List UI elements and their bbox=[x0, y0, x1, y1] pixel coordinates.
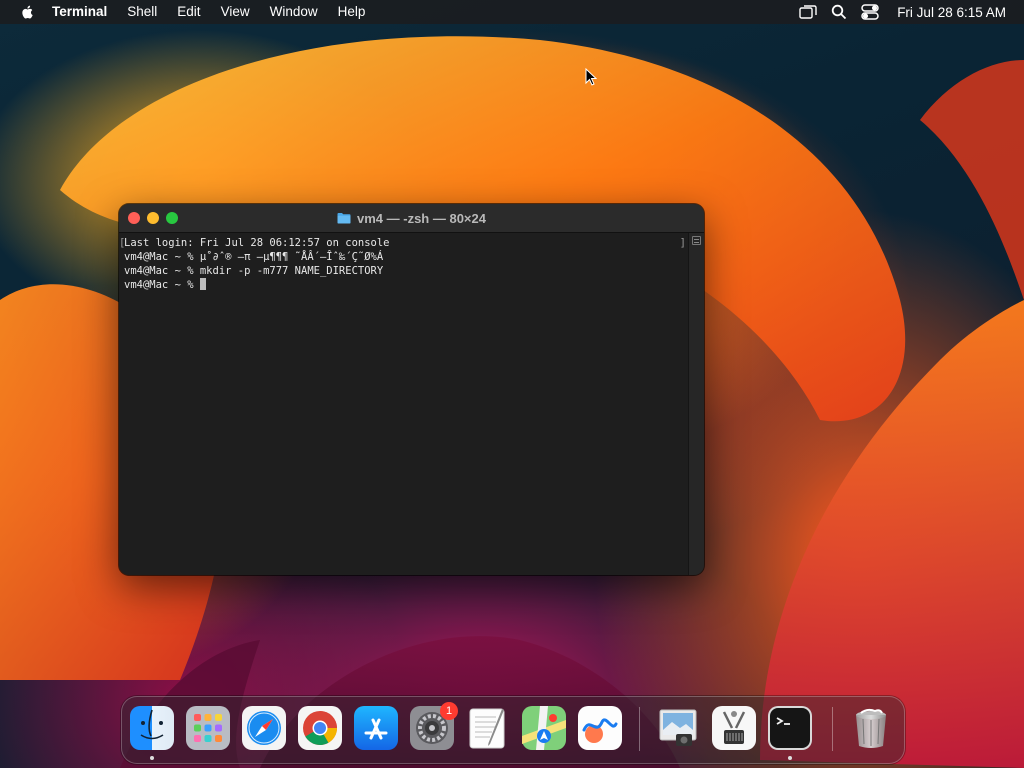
screen-mirroring-icon[interactable] bbox=[799, 5, 817, 19]
terminal-line: Last login: Fri Jul 28 06:12:57 on conso… bbox=[124, 237, 390, 249]
menu-clock[interactable]: Fri Jul 28 6:15 AM bbox=[897, 5, 1006, 20]
mark-bracket-right: ] bbox=[679, 237, 686, 249]
dock-trash[interactable] bbox=[849, 706, 893, 750]
terminal-titlebar[interactable]: vm4 — -zsh — 80×24 bbox=[119, 204, 704, 233]
notification-badge: 1 bbox=[440, 702, 458, 720]
dock-launchpad[interactable] bbox=[186, 706, 230, 750]
dock-separator bbox=[832, 707, 833, 751]
dock-textedit[interactable] bbox=[466, 706, 510, 750]
maps-icon bbox=[522, 706, 566, 750]
dock-preview[interactable] bbox=[656, 706, 700, 750]
dock-system-information[interactable] bbox=[712, 706, 756, 750]
finder-icon bbox=[130, 706, 174, 750]
app-store-icon bbox=[354, 706, 398, 750]
terminal-output[interactable]: Last login: Fri Jul 28 06:12:57 on conso… bbox=[119, 233, 689, 575]
system-information-icon bbox=[712, 706, 756, 750]
dock-chrome[interactable] bbox=[298, 706, 342, 750]
scrollbar[interactable] bbox=[688, 233, 704, 575]
dock-finder[interactable] bbox=[130, 706, 174, 750]
dock-separator bbox=[639, 707, 640, 751]
text-cursor bbox=[199, 278, 206, 290]
menu-shell[interactable]: Shell bbox=[127, 0, 157, 24]
running-indicator bbox=[788, 756, 792, 760]
chrome-icon bbox=[298, 706, 342, 750]
window-title: vm4 — -zsh — 80×24 bbox=[357, 210, 486, 226]
search-icon[interactable] bbox=[831, 4, 847, 20]
mouse-pointer-icon bbox=[585, 68, 597, 86]
split-pane-icon[interactable] bbox=[692, 236, 701, 245]
safari-icon bbox=[242, 706, 286, 750]
menu-edit[interactable]: Edit bbox=[177, 0, 200, 24]
terminal-window[interactable]: vm4 — -zsh — 80×24 Last login: Fri Jul 2… bbox=[119, 204, 704, 575]
dock-terminal[interactable] bbox=[768, 706, 812, 750]
folder-icon bbox=[337, 213, 351, 224]
trash-icon bbox=[856, 708, 886, 748]
dock-maps[interactable] bbox=[522, 706, 566, 750]
preview-icon bbox=[659, 709, 697, 746]
running-indicator bbox=[150, 756, 154, 760]
dock-app-store[interactable] bbox=[354, 706, 398, 750]
dock-system-settings[interactable]: 1 bbox=[410, 702, 458, 750]
launchpad-icon bbox=[186, 706, 230, 750]
menu-bar: Terminal Shell Edit View Window Help Fri… bbox=[0, 0, 1024, 24]
dock-freeform[interactable] bbox=[578, 706, 622, 750]
terminal-prompt: vm4@Mac ~ % bbox=[124, 279, 200, 291]
dock: 1 bbox=[121, 696, 905, 764]
terminal-line: vm4@Mac ~ % mkdir -p -m777 NAME_DIRECTOR… bbox=[124, 265, 384, 277]
menu-view[interactable]: View bbox=[221, 0, 250, 24]
menu-help[interactable]: Help bbox=[338, 0, 366, 24]
apple-logo-icon[interactable] bbox=[18, 4, 38, 20]
terminal-line: vm4@Mac ~ % µ˚∂ˆ® —π —µ¶¶¶ ˜ÅÂ´—Îˆ‰´Ç˜Ø%… bbox=[124, 251, 384, 263]
freeform-icon bbox=[578, 706, 622, 750]
menu-app-name[interactable]: Terminal bbox=[52, 0, 107, 24]
dock-safari[interactable] bbox=[242, 706, 286, 750]
menu-window[interactable]: Window bbox=[270, 0, 318, 24]
control-center-icon[interactable] bbox=[861, 4, 879, 20]
textedit-icon bbox=[469, 708, 505, 749]
mark-bracket-left: [ bbox=[119, 237, 126, 249]
terminal-icon bbox=[768, 706, 812, 750]
